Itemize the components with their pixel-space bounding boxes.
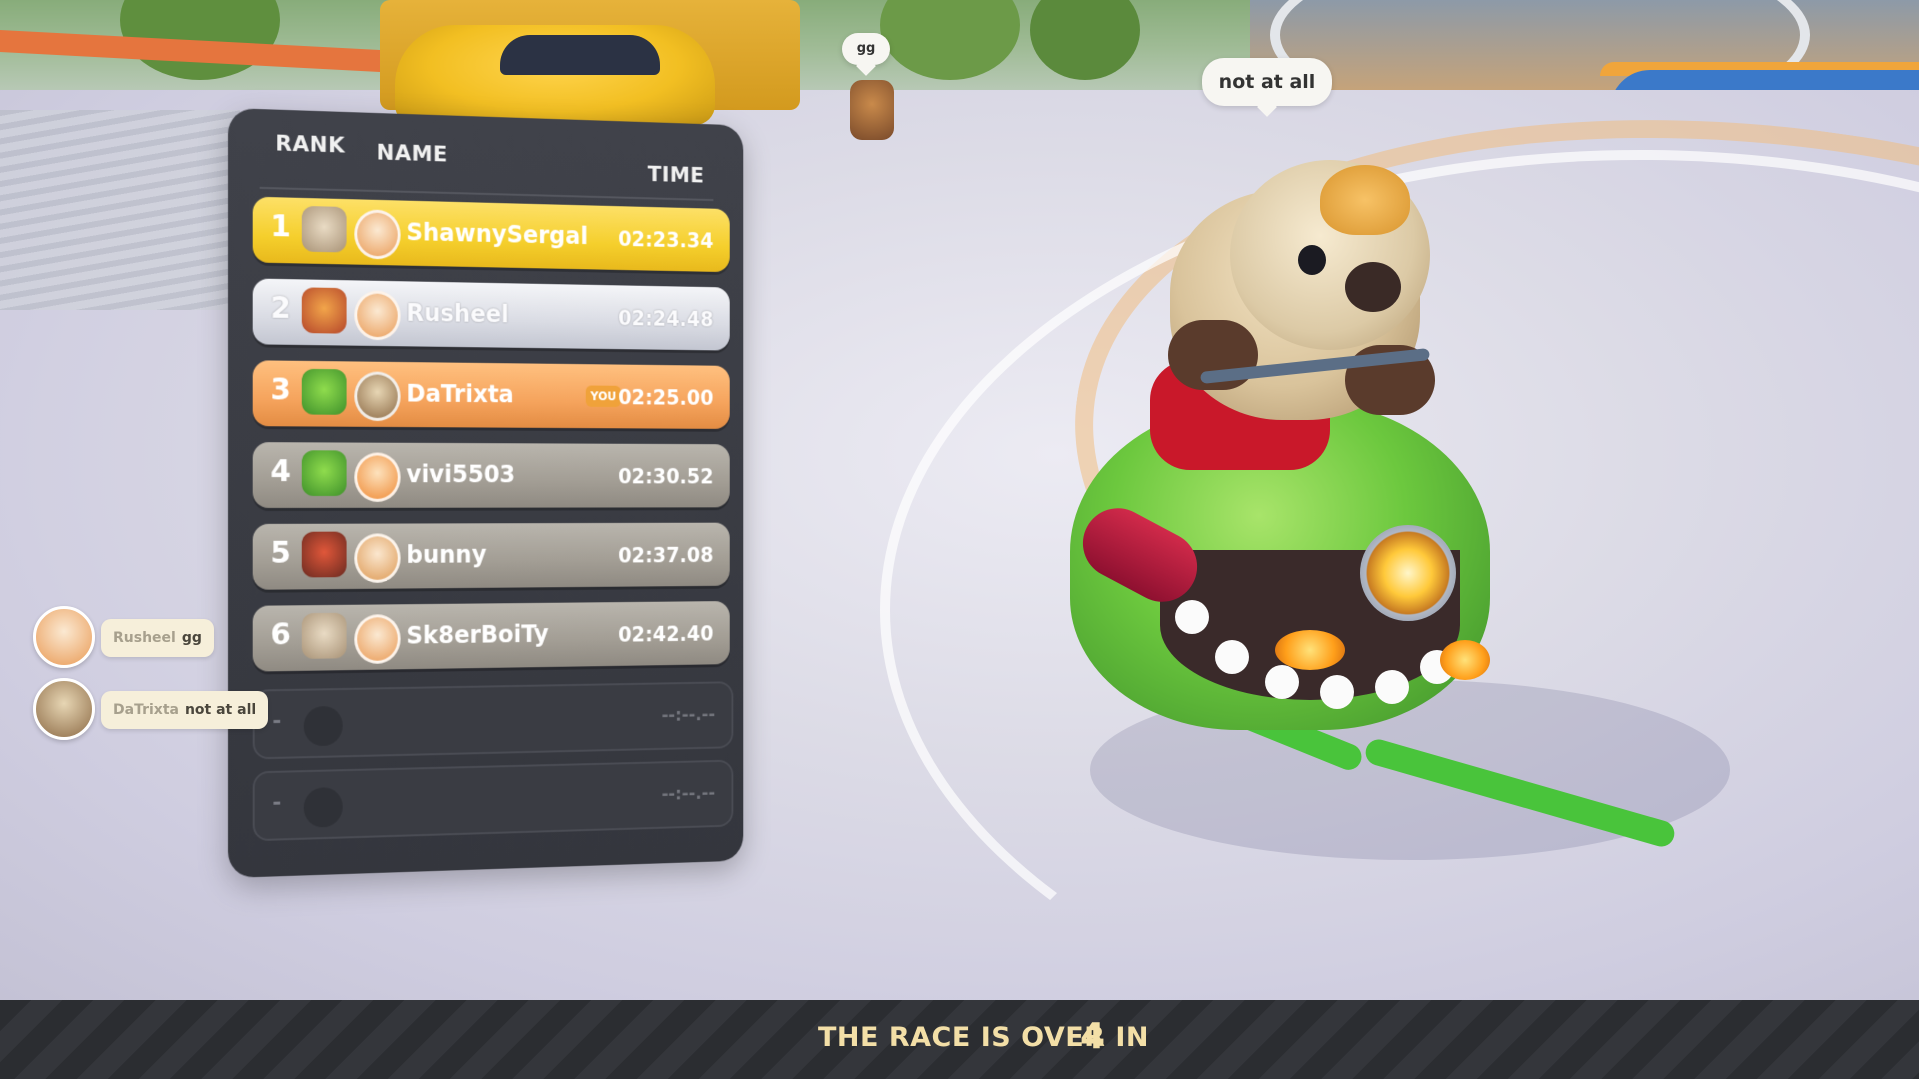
row-rank: 4 [270, 454, 291, 490]
tooth [1265, 665, 1299, 699]
headlight [1360, 525, 1456, 621]
leaderboard-row-3[interactable]: 3 DaTrixta YOU 02:25.00 [252, 360, 730, 429]
countdown-bar: THE RACE IS OVER IN 4 [0, 1000, 1919, 1079]
row-rank: 1 [270, 209, 291, 245]
tooth [1320, 675, 1354, 709]
row-rank: 5 [270, 535, 291, 571]
finish-time: 02:30.52 [618, 464, 714, 489]
player-name: DaTrixta [406, 379, 514, 409]
kart-icon [301, 368, 347, 415]
corgi-santa-avatar-icon [354, 290, 401, 341]
kart-icon [301, 205, 347, 253]
chat-bubble: Rusheel gg [101, 619, 214, 657]
corgi-santa-avatar-icon [33, 606, 95, 668]
kart-icon [301, 612, 347, 659]
player-name: ShawnySergal [406, 218, 589, 250]
row-rank: - [272, 790, 282, 816]
corgi-avatar-icon [354, 614, 401, 665]
finish-time: 02:37.08 [618, 543, 714, 568]
kart-icon [301, 287, 347, 334]
player-name: vivi5503 [406, 460, 516, 489]
speech-bubble-distant: gg [842, 33, 890, 65]
car-window [500, 35, 660, 75]
header-rank: RANK [275, 131, 346, 159]
empty-avatar-slot [303, 787, 343, 828]
distant-racer [850, 80, 894, 140]
header-name: NAME [376, 140, 448, 168]
chat-sender: DaTrixta [113, 702, 179, 718]
quokka-avatar-icon [33, 678, 95, 740]
countdown-seconds: 4 [1080, 1016, 1106, 1057]
racer-nose [1345, 262, 1401, 312]
racer-hair [1320, 165, 1410, 235]
orange-lamp [1440, 640, 1490, 680]
finish-time: 02:23.34 [618, 227, 714, 253]
header-time: TIME [647, 162, 705, 189]
leaderboard-row-5[interactable]: 5 bunny 02:37.08 [252, 522, 730, 590]
row-rank: - [272, 708, 282, 735]
leaderboard-row-1[interactable]: 1 ShawnySergal 02:23.34 [252, 196, 730, 273]
player-name: Rusheel [406, 299, 509, 329]
finish-time: 02:25.00 [618, 385, 714, 410]
empty-avatar-slot [303, 705, 343, 747]
snow-ruts [0, 110, 240, 310]
leaderboard-row-6[interactable]: 6 Sk8erBoiTy 02:42.40 [252, 601, 730, 672]
player-name: Sk8erBoiTy [406, 620, 549, 650]
chat-bubble: DaTrixta not at all [101, 691, 269, 729]
speech-bubble-player: not at all [1202, 58, 1332, 106]
row-rank: 2 [270, 290, 291, 326]
leaderboard-row-2[interactable]: 2 Rusheel 02:24.48 [252, 278, 730, 351]
chat-text: not at all [184, 702, 257, 718]
row-rank: 6 [270, 617, 291, 653]
shiba-avatar-icon [354, 533, 401, 583]
finish-time: --:--.-- [661, 704, 716, 726]
leaderboard-empty-slot: - --:--.-- [252, 681, 734, 760]
finish-time: 02:42.40 [618, 622, 714, 647]
finish-time: --:--.-- [661, 783, 716, 805]
tooth [1215, 640, 1249, 674]
tooth [1375, 670, 1409, 704]
chat-sender: Rusheel [113, 630, 176, 646]
finish-time: 02:24.48 [618, 306, 714, 332]
orange-lamp [1275, 630, 1345, 670]
kart-icon [301, 450, 347, 496]
quokka-avatar-icon [354, 371, 401, 422]
chat-text: gg [181, 630, 202, 646]
results-leaderboard: RANK NAME TIME 1 ShawnySergal 02:23.34 2… [228, 108, 744, 878]
tiger-avatar-icon [354, 452, 401, 502]
tooth [1175, 600, 1209, 634]
kart-icon [301, 531, 347, 578]
leaderboard-row-4[interactable]: 4 vivi5503 02:30.52 [252, 442, 730, 508]
player-name: bunny [406, 540, 487, 569]
corgi-avatar-icon [354, 209, 401, 260]
row-rank: 3 [270, 372, 291, 408]
you-badge: YOU [585, 385, 621, 408]
racer-eye [1298, 245, 1326, 275]
leaderboard-empty-slot: - --:--.-- [252, 759, 734, 842]
